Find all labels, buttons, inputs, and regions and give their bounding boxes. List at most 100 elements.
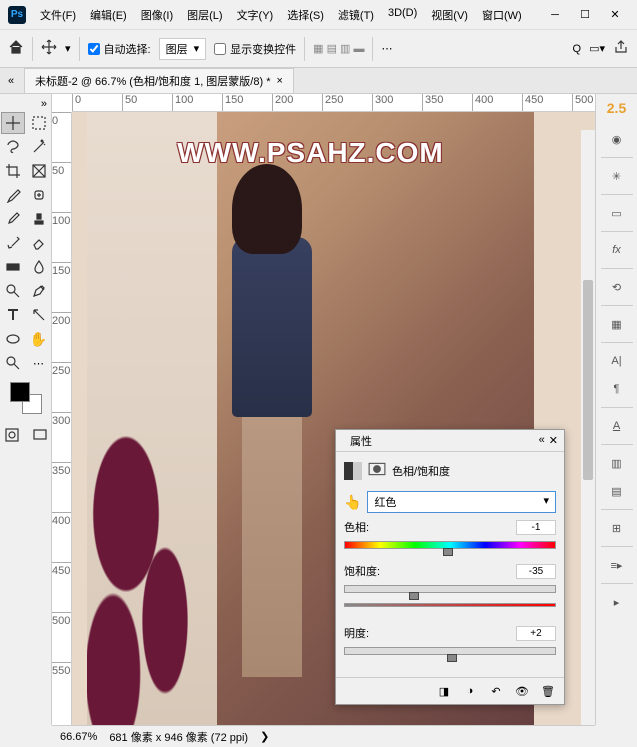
maximize-icon[interactable]: ☐ <box>571 5 599 25</box>
menu-layer[interactable]: 图层(L) <box>181 3 228 27</box>
status-bar: 66.67% 681 像素 x 946 像素 (72 ppi) ❯ <box>52 725 595 747</box>
main-menu: 文件(F) 编辑(E) 图像(I) 图层(L) 文字(Y) 选择(S) 滤镜(T… <box>34 3 528 27</box>
crop-tool[interactable] <box>1 160 25 182</box>
adjustment-name: 色相/饱和度 <box>392 463 450 479</box>
ruler-horizontal[interactable]: 050100150200250300350400450500 <box>72 94 595 112</box>
delete-icon[interactable]: 🗑 <box>538 682 558 700</box>
more-icon[interactable]: ⋯ <box>381 42 392 55</box>
heal-tool[interactable] <box>27 184 51 206</box>
home-icon[interactable] <box>8 39 24 58</box>
character-icon[interactable]: A| <box>603 348 631 374</box>
zoom-tool[interactable] <box>1 352 25 374</box>
view-previous-icon[interactable]: ◑ <box>460 682 480 700</box>
hue-slider[interactable] <box>344 541 556 555</box>
panel-close-icon[interactable]: ✕ <box>549 434 558 447</box>
canvas-area: 050100150200250300350400450500 050100150… <box>52 94 595 725</box>
menu-view[interactable]: 视图(V) <box>425 3 474 27</box>
tab-close-icon[interactable]: × <box>276 75 282 87</box>
menu-select[interactable]: 选择(S) <box>281 3 330 27</box>
menu-window[interactable]: 窗口(W) <box>476 3 528 27</box>
panel-collapse-icon[interactable]: « <box>539 434 545 447</box>
channels-icon[interactable]: ▤ <box>603 478 631 504</box>
channel-select[interactable]: 红色▾ <box>367 491 556 513</box>
adjustments-icon[interactable]: ⟲ <box>603 274 631 300</box>
paragraph-icon[interactable]: ¶ <box>603 376 631 402</box>
autoselect-dropdown[interactable]: 图层▾ <box>159 38 207 60</box>
fg-color-swatch[interactable] <box>10 382 30 402</box>
collapse-icon[interactable]: « <box>8 75 14 87</box>
styles-icon[interactable]: fx <box>603 237 631 263</box>
align-icons[interactable]: ▦ ▤ ▥ ▬ <box>313 42 364 55</box>
menu-image[interactable]: 图像(I) <box>135 3 179 27</box>
clip-icon[interactable]: ◨ <box>434 682 454 700</box>
glyphs-icon[interactable]: A <box>603 413 631 439</box>
toolbox-collapse-icon[interactable]: » <box>41 98 47 110</box>
hue-input[interactable] <box>516 520 556 535</box>
autoselect-checkbox[interactable] <box>88 43 100 55</box>
color-swatches[interactable] <box>10 382 42 414</box>
saturation-label: 饱和度: <box>344 563 394 579</box>
menu-edit[interactable]: 编辑(E) <box>84 3 133 27</box>
mask-icon[interactable] <box>368 460 386 481</box>
minimize-icon[interactable]: ─ <box>541 5 569 25</box>
hand-tool[interactable]: ✋ <box>27 328 51 350</box>
saturation-slider[interactable] <box>344 585 556 599</box>
dodge-tool[interactable] <box>1 280 25 302</box>
pen-tool[interactable] <box>27 280 51 302</box>
brush-tool[interactable] <box>1 208 25 230</box>
status-more-icon[interactable]: ❯ <box>260 730 269 743</box>
lasso-tool[interactable] <box>1 136 25 158</box>
doc-dimensions: 681 像素 x 946 像素 (72 ppi) <box>109 729 248 745</box>
lightness-input[interactable] <box>516 626 556 641</box>
timeline-icon[interactable]: ▸ <box>603 589 631 615</box>
visibility-icon[interactable]: 👁 <box>512 682 532 700</box>
actions-icon[interactable]: ≡▸ <box>603 552 631 578</box>
move-tool-icon[interactable] <box>41 39 57 58</box>
layers-icon[interactable]: ▥ <box>603 450 631 476</box>
marquee-tool[interactable] <box>27 112 51 134</box>
stamp-tool[interactable] <box>27 208 51 230</box>
saturation-input[interactable] <box>516 564 556 579</box>
type-tool[interactable] <box>1 304 25 326</box>
showtransform-checkbox[interactable] <box>214 43 226 55</box>
menu-filter[interactable]: 滤镜(T) <box>332 3 380 27</box>
quickmask-icon[interactable] <box>0 424 24 446</box>
menu-file[interactable]: 文件(F) <box>34 3 82 27</box>
swatches-icon[interactable]: ▦ <box>603 311 631 337</box>
history-icon[interactable]: ▭ <box>603 200 631 226</box>
shape-tool[interactable] <box>1 328 25 350</box>
wand-tool[interactable] <box>27 136 51 158</box>
gradient-tool[interactable] <box>1 256 25 278</box>
frame-tool[interactable] <box>27 160 51 182</box>
eyedropper-tool[interactable] <box>1 184 25 206</box>
zoom-level[interactable]: 66.67% <box>60 731 97 743</box>
menu-type[interactable]: 文字(Y) <box>231 3 280 27</box>
libraries-icon[interactable]: ⊞ <box>603 515 631 541</box>
path-tool[interactable] <box>27 304 51 326</box>
search-icon[interactable]: Q <box>573 43 582 55</box>
move-tool[interactable] <box>1 112 25 134</box>
hand-preset-icon[interactable]: 👆 <box>344 494 361 511</box>
ruler-vertical[interactable]: 050100150200250300350400450500550 <box>52 112 72 725</box>
edit-toolbar[interactable]: ⋯ <box>27 352 51 374</box>
chevron-down-icon[interactable]: ▾ <box>65 42 71 55</box>
options-bar: ▾ 自动选择: 图层▾ 显示变换控件 ▦ ▤ ▥ ▬ ⋯ Q ▭▾ <box>0 30 637 68</box>
adjustment-icon <box>344 462 362 480</box>
reset-icon[interactable]: ↶ <box>486 682 506 700</box>
blur-tool[interactable] <box>27 256 51 278</box>
color-wheel-icon[interactable]: ◉ <box>603 126 631 152</box>
menu-3d[interactable]: 3D(D) <box>382 3 423 27</box>
lightness-slider[interactable] <box>344 647 556 661</box>
brush-size-value[interactable]: 2.5 <box>607 100 626 116</box>
history-brush-tool[interactable] <box>1 232 25 254</box>
brushes-icon[interactable]: ✳ <box>603 163 631 189</box>
app-logo: Ps <box>8 6 26 24</box>
properties-tab[interactable]: 属性 <box>342 431 380 451</box>
close-icon[interactable]: ✕ <box>601 5 629 25</box>
document-tab[interactable]: 未标题-2 @ 66.7% (色相/饱和度 1, 图层蒙版/8) * × <box>24 68 294 93</box>
workspace-icon[interactable]: ▭▾ <box>589 42 605 55</box>
screenmode-icon[interactable] <box>28 424 52 446</box>
share-icon[interactable] <box>613 39 629 58</box>
eraser-tool[interactable] <box>27 232 51 254</box>
scrollbar-vertical[interactable] <box>581 130 595 725</box>
